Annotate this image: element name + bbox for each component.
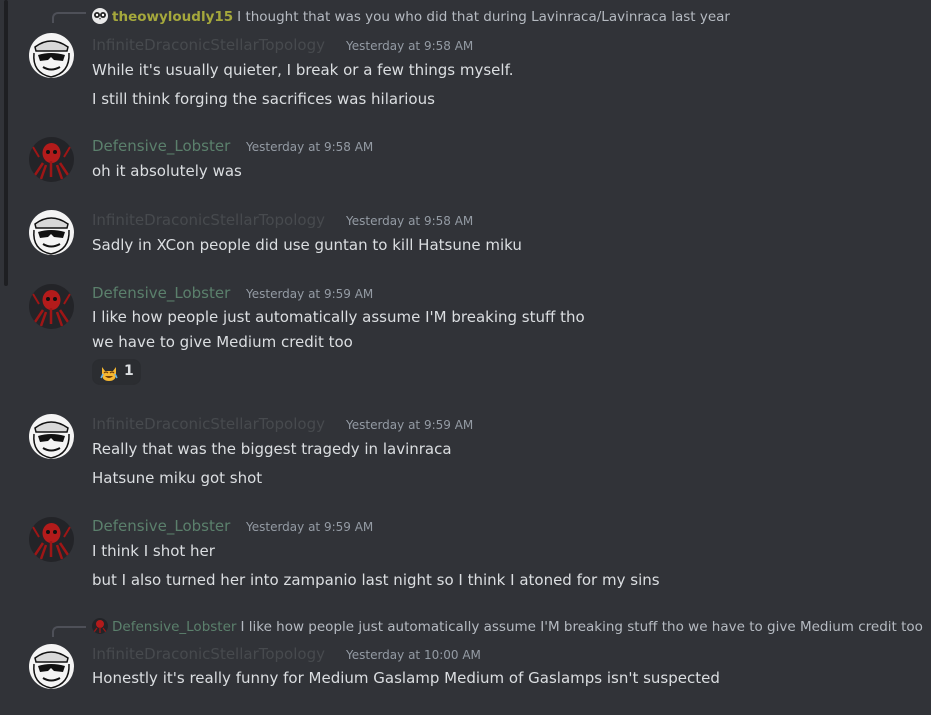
avatar[interactable] [29, 644, 74, 689]
message-author[interactable]: InfiniteDraconicStellarTopology [92, 211, 325, 229]
joy-cat-emoji-icon [100, 367, 118, 381]
avatar[interactable] [29, 210, 74, 255]
owl-avatar-icon[interactable] [92, 8, 108, 24]
sunglasses-face-avatar-icon [29, 210, 74, 255]
message-author[interactable]: InfiniteDraconicStellarTopology [92, 415, 325, 433]
avatar[interactable] [29, 33, 74, 78]
message-text: Honestly it's really funny for Medium Ga… [92, 669, 720, 687]
message-timestamp[interactable]: Yesterday at 9:58 AM [246, 140, 373, 154]
message-text: I still think forging the sacrifices was… [92, 90, 435, 108]
reply-author[interactable]: Defensive_Lobster [112, 619, 236, 635]
red-lobster-avatar-icon [29, 517, 74, 562]
message-text: Hatsune miku got shot [92, 469, 263, 487]
red-lobster-avatar-icon [29, 137, 74, 182]
avatar[interactable] [29, 517, 74, 562]
message-timestamp[interactable]: Yesterday at 9:58 AM [346, 214, 473, 228]
avatar[interactable] [29, 414, 74, 459]
sunglasses-face-avatar-icon [29, 644, 74, 689]
message-timestamp[interactable]: Yesterday at 9:59 AM [246, 287, 373, 301]
reaction-button[interactable]: 1 [92, 359, 141, 385]
avatar[interactable] [29, 137, 74, 182]
message-timestamp[interactable]: Yesterday at 10:00 AM [346, 648, 481, 662]
message-timestamp[interactable]: Yesterday at 9:58 AM [346, 39, 473, 53]
message-author[interactable]: Defensive_Lobster [92, 284, 230, 302]
reply-connector [52, 12, 86, 23]
reaction-count: 1 [124, 363, 134, 379]
red-lobster-avatar-icon [29, 284, 74, 329]
message-text: I think I shot her [92, 542, 215, 560]
reply-text[interactable]: I thought that was you who did that duri… [237, 9, 730, 25]
message-text: Sadly in XCon people did use guntan to k… [92, 236, 522, 254]
reply-reference[interactable]: Defensive_Lobster I like how people just … [92, 618, 923, 636]
avatar[interactable] [29, 284, 74, 329]
sunglasses-face-avatar-icon [29, 33, 74, 78]
reply-author[interactable]: theowyloudly15 [112, 9, 233, 25]
red-lobster-avatar-icon[interactable] [92, 618, 108, 634]
message-text: we have to give Medium credit too [92, 333, 353, 351]
message-author[interactable]: InfiniteDraconicStellarTopology [92, 36, 325, 54]
reply-text[interactable]: I like how people just automatically ass… [240, 619, 922, 635]
message-text: Really that was the biggest tragedy in l… [92, 440, 452, 458]
message-text: I like how people just automatically ass… [92, 308, 585, 326]
message-author[interactable]: Defensive_Lobster [92, 517, 230, 535]
chat-message-list[interactable]: theowyloudly15 I thought that was you who… [0, 0, 931, 715]
message-timestamp[interactable]: Yesterday at 9:59 AM [246, 520, 373, 534]
message-timestamp[interactable]: Yesterday at 9:59 AM [346, 418, 473, 432]
message-author[interactable]: InfiniteDraconicStellarTopology [92, 645, 325, 663]
sunglasses-face-avatar-icon [29, 414, 74, 459]
message-text: While it's usually quieter, I break or a… [92, 61, 514, 79]
reply-connector [52, 626, 86, 637]
message-text: oh it absolutely was [92, 162, 242, 180]
scrollbar-thumb[interactable] [4, 0, 8, 286]
message-text: but I also turned her into zampanio last… [92, 571, 660, 589]
message-author[interactable]: Defensive_Lobster [92, 137, 230, 155]
reply-reference[interactable]: theowyloudly15 I thought that was you who… [92, 8, 730, 26]
